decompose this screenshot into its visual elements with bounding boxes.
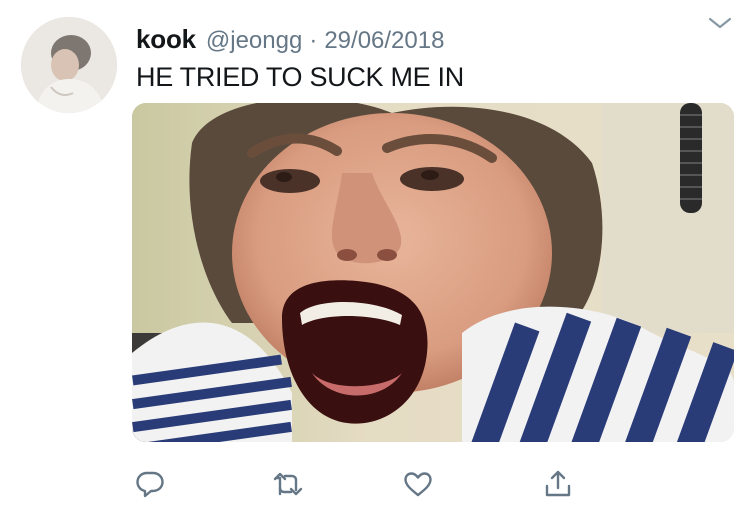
like-button[interactable]: [398, 464, 438, 504]
chevron-down-icon[interactable]: [706, 14, 734, 32]
media-image: [132, 103, 734, 442]
tweet-date[interactable]: 29/06/2018: [324, 27, 444, 55]
tweet-header: kook @jeongg · 29/06/2018: [136, 24, 444, 58]
share-icon: [545, 470, 571, 497]
author-handle[interactable]: @jeongg: [206, 27, 302, 55]
heart-icon: [404, 472, 432, 497]
share-button[interactable]: [538, 464, 578, 504]
reply-icon: [136, 471, 164, 498]
avatar-image: [21, 17, 117, 113]
retweet-button[interactable]: [268, 464, 308, 504]
retweet-icon: [273, 472, 303, 496]
tweet: kook @jeongg · 29/06/2018 HE TRIED TO SU…: [0, 0, 750, 509]
tweet-media[interactable]: [132, 103, 734, 442]
author-name[interactable]: kook: [136, 24, 196, 55]
tweet-text: HE TRIED TO SUCK ME IN: [136, 62, 464, 92]
separator-dot: ·: [309, 27, 318, 54]
avatar[interactable]: [21, 17, 117, 113]
tweet-actions: [0, 464, 750, 508]
reply-button[interactable]: [130, 464, 170, 504]
